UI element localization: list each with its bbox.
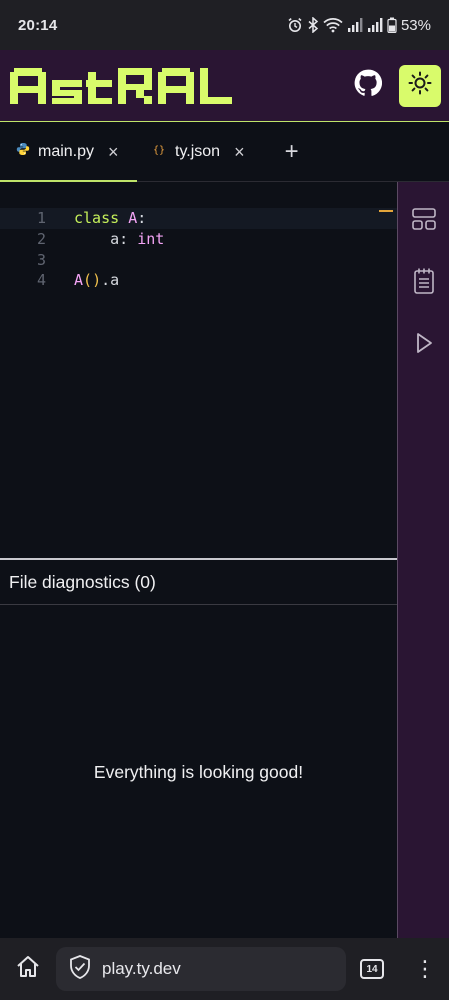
battery-icon [387, 17, 397, 33]
python-icon [16, 142, 30, 161]
code-punct: : [119, 230, 138, 249]
diagnostics-message: Everything is looking good! [93, 761, 304, 782]
tab-label: main.py [38, 142, 95, 160]
code-attr: a [110, 230, 120, 249]
github-icon [354, 69, 383, 102]
code-attr-access: .a [101, 271, 120, 290]
add-tab-button[interactable]: + [261, 122, 317, 181]
signal-icon [367, 17, 383, 33]
tab-ty-json[interactable]: {} ty.json × [137, 122, 261, 181]
sun-icon [408, 71, 432, 100]
json-icon: {} [153, 142, 167, 161]
svg-text:{}: {} [153, 145, 165, 156]
diagnostics-panel: Everything is looking good! [0, 606, 397, 938]
wifi-icon [323, 17, 343, 33]
code-line: 3 [0, 250, 397, 271]
notepad-icon [413, 267, 435, 300]
code-punct: : [137, 209, 147, 228]
theme-toggle-button[interactable] [399, 64, 441, 107]
file-tabs: main.py × {} ty.json × + [0, 122, 449, 182]
status-icons: 53% [287, 17, 431, 34]
close-icon[interactable]: × [108, 143, 119, 161]
code-paren: ) [92, 271, 102, 290]
battery-percent: 53% [400, 16, 431, 34]
line-number: 4 [36, 271, 46, 290]
line-number: 3 [36, 250, 46, 269]
code-editor[interactable]: 1 class A: 2 a: int 3 4 A().a [0, 182, 397, 558]
tab-main-py[interactable]: main.py × [0, 122, 137, 182]
browser-toolbar: play.ty.dev 14 ⋮ [0, 938, 449, 1000]
status-bar: 20:14 53% [0, 0, 449, 50]
code-line: 2 a: int [0, 229, 397, 250]
notepad-button[interactable] [407, 262, 441, 304]
layout-button[interactable] [407, 200, 441, 242]
line-number: 2 [36, 230, 46, 249]
alarm-icon [287, 17, 303, 33]
code-line: 4 A().a [0, 270, 397, 291]
code-class-name: A [74, 271, 84, 290]
diagnostics-title: File diagnostics (0) [0, 560, 397, 605]
url-text: play.ty.dev [102, 959, 181, 978]
signal-icon [347, 17, 363, 33]
overview-ruler-marker [379, 210, 393, 212]
code-type: int [137, 230, 165, 249]
app-header [0, 50, 449, 122]
bluetooth-icon [307, 17, 319, 33]
shield-icon[interactable] [68, 954, 92, 985]
run-button[interactable] [407, 324, 441, 366]
code-paren: ( [83, 271, 93, 290]
close-icon[interactable]: × [234, 143, 245, 161]
play-icon [415, 332, 433, 359]
tab-count-button[interactable]: 14 [360, 959, 384, 979]
status-time: 20:14 [18, 16, 58, 34]
code-keyword: class [74, 209, 120, 228]
home-button[interactable] [12, 953, 44, 985]
code-line: 1 class A: [0, 208, 397, 229]
right-sidebar [397, 182, 449, 938]
menu-button[interactable]: ⋮ [413, 953, 437, 985]
url-bar[interactable]: play.ty.dev [56, 947, 346, 991]
tab-label: ty.json [175, 142, 221, 160]
home-icon [15, 954, 41, 985]
header-actions [351, 64, 441, 107]
layout-icon [411, 207, 437, 236]
astral-logo[interactable] [8, 66, 236, 106]
github-button[interactable] [351, 69, 385, 103]
code-class-name: A [128, 209, 138, 228]
line-number: 1 [36, 209, 46, 228]
